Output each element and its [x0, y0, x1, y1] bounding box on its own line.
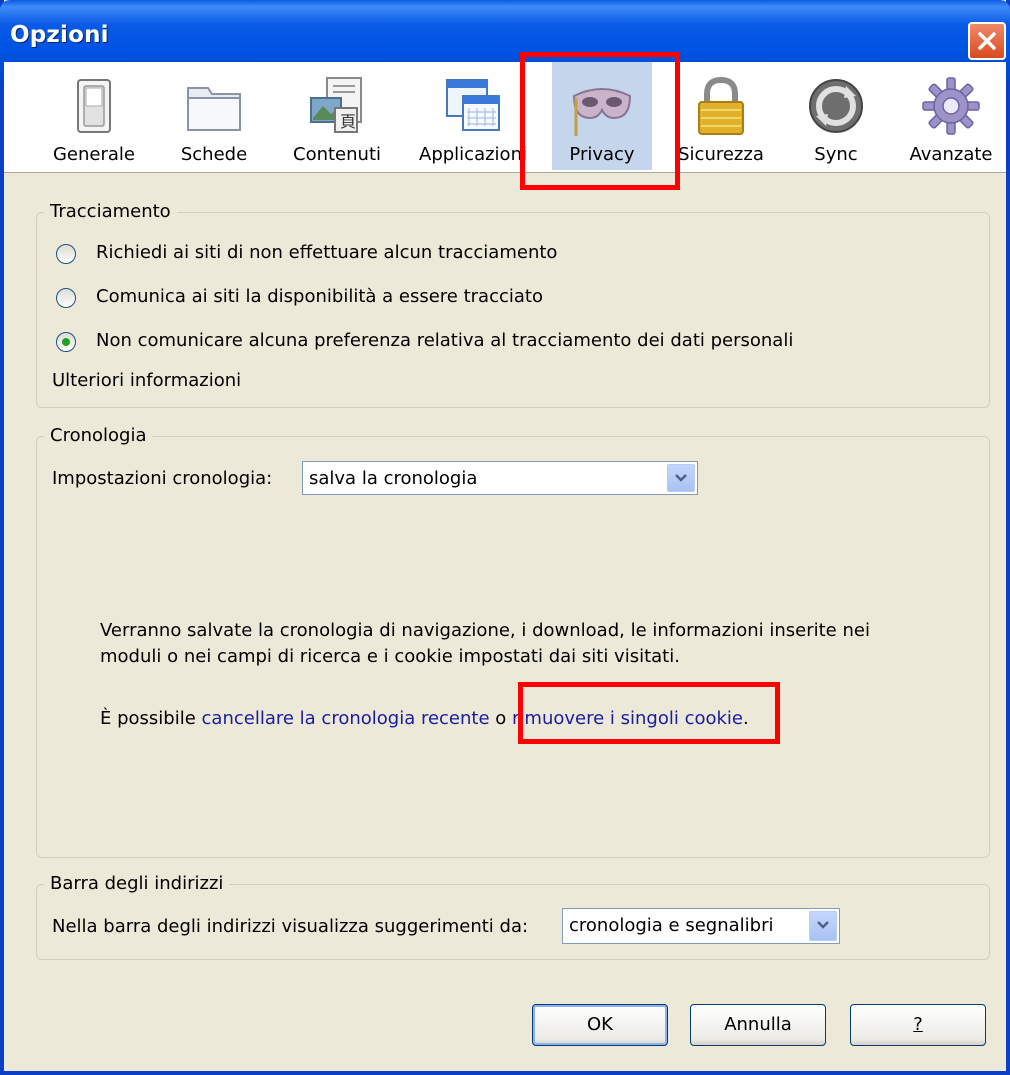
help-button[interactable]: ?: [850, 1004, 986, 1046]
options-dialog: Opzioni Generale Schede 頁 Contenuti Appl…: [0, 0, 1010, 1075]
tab-avanzate[interactable]: Avanzate: [898, 62, 1004, 170]
tab-applicazioni-label: Applicazioni: [419, 144, 527, 165]
tab-sync[interactable]: Sync: [794, 62, 878, 170]
radio-button-selected[interactable]: [56, 332, 76, 352]
or-text: o: [495, 708, 507, 729]
tab-applicazioni[interactable]: Applicazioni: [414, 62, 532, 170]
tracking-option-label: Richiedi ai siti di non effettuare alcun…: [96, 242, 558, 263]
radio-dot-icon: [62, 338, 70, 346]
address-bar-suggest-label: Nella barra degli indirizzi visualizza s…: [52, 916, 529, 937]
content-icon: 頁: [310, 77, 362, 133]
more-info-link[interactable]: Ulteriori informazioni: [52, 370, 241, 391]
preferences-toolbar: Generale Schede 頁 Contenuti Applicazioni…: [4, 62, 1006, 173]
history-setting-value: salva la cronologia: [309, 468, 478, 489]
close-button[interactable]: [968, 22, 1006, 60]
period-text: .: [743, 708, 749, 729]
padlock-icon: [698, 76, 744, 135]
chevron-down-icon: [675, 474, 687, 482]
tab-privacy-label: Privacy: [569, 144, 635, 165]
history-setting-label: Impostazioni cronologia:: [52, 468, 273, 489]
tab-avanzate-label: Avanzate: [909, 144, 993, 165]
tab-sicurezza-label: Sicurezza: [678, 144, 764, 165]
address-bar-legend: Barra degli indirizzi: [44, 873, 230, 894]
possible-prefix: È possibile: [100, 708, 196, 729]
history-setting-dropdown[interactable]: salva la cronologia: [302, 461, 698, 495]
sync-icon: [809, 79, 863, 133]
remove-individual-cookies-link[interactable]: rimuovere i singoli cookie: [512, 708, 743, 729]
dropdown-arrow-button[interactable]: [667, 464, 695, 492]
history-legend: Cronologia: [44, 425, 153, 446]
address-bar-suggest-value: cronologia e segnalibri: [569, 915, 774, 936]
cancel-button[interactable]: Annulla: [690, 1004, 826, 1046]
tab-contenuti[interactable]: 頁 Contenuti: [282, 62, 392, 170]
chevron-down-icon: [817, 921, 829, 929]
switch-icon: [77, 79, 111, 133]
applications-icon: [446, 79, 500, 131]
tab-sicurezza[interactable]: Sicurezza: [668, 62, 774, 170]
tracking-option-label: Comunica ai siti la disponibilità a esse…: [96, 286, 543, 307]
ok-button[interactable]: OK: [532, 1004, 668, 1046]
close-icon: [978, 32, 996, 50]
tab-sync-label: Sync: [814, 144, 858, 165]
history-description-line2: moduli o nei campi di ricerca e i cookie…: [100, 646, 680, 667]
tab-generale[interactable]: Generale: [46, 62, 142, 170]
tracking-legend: Tracciamento: [44, 201, 177, 222]
tab-schede-label: Schede: [180, 144, 248, 165]
clear-recent-history-link[interactable]: cancellare la cronologia recente: [202, 708, 490, 729]
svg-text:頁: 頁: [340, 112, 356, 131]
mask-icon: [572, 88, 632, 136]
radio-button[interactable]: [56, 288, 76, 308]
tabs-folder-icon: [187, 87, 241, 131]
address-bar-suggest-dropdown[interactable]: cronologia e segnalibri: [562, 908, 840, 944]
tab-generale-label: Generale: [52, 144, 135, 165]
tab-schede[interactable]: Schede: [166, 62, 262, 170]
history-links-line: È possibile cancellare la cronologia rec…: [100, 708, 749, 729]
tab-contenuti-label: Contenuti: [293, 144, 381, 165]
dropdown-arrow-button[interactable]: [809, 911, 837, 941]
radio-button[interactable]: [56, 244, 76, 264]
window-title: Opzioni: [10, 22, 109, 48]
tab-privacy[interactable]: Privacy: [552, 62, 652, 170]
history-description-line1: Verranno salvate la cronologia di naviga…: [100, 620, 870, 641]
gear-icon: [922, 77, 980, 135]
tracking-option-label: Non comunicare alcuna preferenza relativ…: [96, 330, 794, 351]
